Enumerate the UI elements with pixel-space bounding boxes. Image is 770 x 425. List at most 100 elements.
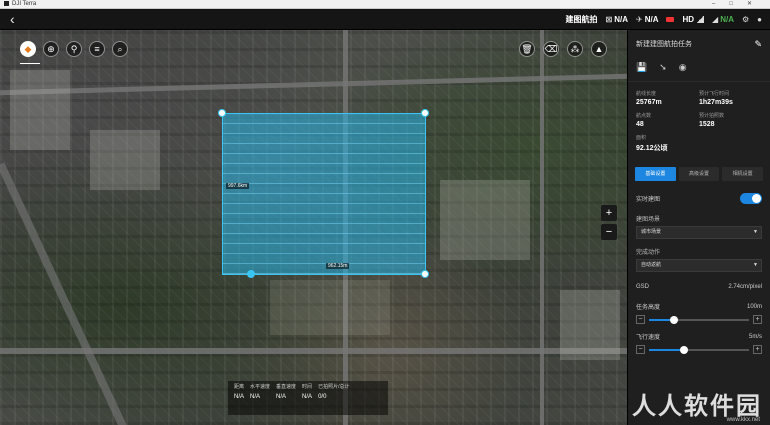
compass-icon[interactable]: ◆ xyxy=(20,41,36,57)
map-toolbar-left: ◆ ⊕ ⚲ ≡ ⌕ xyxy=(20,41,128,57)
gsd-row: GSD 2.74cm/pixel xyxy=(628,278,770,296)
locate-icon[interactable]: ⊕ xyxy=(43,41,59,57)
stat-photos: 已拍照片/总计 0/0 xyxy=(318,384,350,400)
zoom-control: + − xyxy=(601,205,619,243)
info-area: 面积 92.12公顷 xyxy=(636,135,668,152)
map-building-block xyxy=(90,130,160,190)
tab-basic-settings[interactable]: 基础设置 xyxy=(635,167,676,181)
speed-row: 飞行速度 5m/s xyxy=(628,326,770,343)
user-icon[interactable]: ● xyxy=(757,15,762,24)
speed-slider-fill xyxy=(649,348,684,351)
app-icon xyxy=(4,0,9,6)
altitude-label: 任务高度 xyxy=(636,305,661,311)
panel-title: 新建建图航拍任务 xyxy=(636,41,692,48)
speed-value: 5m/s xyxy=(748,333,762,340)
eraser-icon[interactable]: ⌫ xyxy=(543,41,559,57)
finish-action-label: 完成动作 xyxy=(636,250,661,256)
altitude-slider-row: − + xyxy=(628,313,770,326)
battery-icon xyxy=(666,17,675,22)
altitude-increase-button[interactable]: + xyxy=(753,315,762,324)
signal-bars-icon xyxy=(696,16,705,23)
speed-increase-button[interactable]: + xyxy=(753,345,762,354)
speed-slider-thumb[interactable] xyxy=(680,345,688,354)
altitude-row: 任务高度 100m xyxy=(628,296,770,313)
app-topbar: ‹ 建图航拍 ⊠ N/A ✈ N/A HD ◢ N/A ⚙ ● xyxy=(0,9,770,30)
survey-vertex[interactable] xyxy=(421,270,429,278)
info-photo-count: 预计拍照数 1528 xyxy=(699,113,725,128)
satellite-icon: ⊠ xyxy=(605,15,613,24)
watermark-text: 人人软件园 xyxy=(632,393,762,420)
survey-polygon[interactable] xyxy=(222,113,426,275)
altitude-slider[interactable] xyxy=(649,315,749,324)
drone-status: ✈ N/A xyxy=(636,15,659,24)
settings-tabs: 基础设置 高级设置 相机设置 xyxy=(628,161,770,187)
altitude-decrease-button[interactable]: − xyxy=(636,315,645,324)
finish-action-select[interactable]: 自动返航 ▼ xyxy=(636,259,762,272)
scene-select[interactable]: 城市场景 ▼ xyxy=(636,226,762,239)
drone-icon: ✈ xyxy=(636,15,643,24)
rc-status: ◢ N/A xyxy=(712,15,734,24)
stat-v-speed: 垂直速度 N/A xyxy=(276,384,297,400)
edge-length-label: 997.6km xyxy=(226,183,250,189)
satellite-status: ⊠ N/A xyxy=(605,15,628,24)
altitude-slider-thumb[interactable] xyxy=(670,315,678,324)
os-titlebar: DJI Terra ‒□✕ xyxy=(0,0,770,9)
rc-signal-icon: ◢ xyxy=(712,15,719,24)
realtime-label: 实时建图 xyxy=(636,197,661,203)
panel-header: 新建建图航拍任务 ✎ xyxy=(628,30,770,58)
realtime-mapping-row: 实时建图 xyxy=(628,187,770,210)
altitude-value: 100m xyxy=(746,303,762,310)
chevron-down-icon: ▼ xyxy=(753,262,758,268)
map-building-block xyxy=(440,180,530,260)
tab-advanced-settings[interactable]: 高级设置 xyxy=(678,167,720,181)
tab-camera-settings[interactable]: 相机设置 xyxy=(722,167,764,181)
map-building-block xyxy=(560,290,620,360)
edge-length-label: 962.15m xyxy=(326,263,350,269)
survey-vertex[interactable] xyxy=(218,109,226,117)
scene-label: 建图场景 xyxy=(636,217,661,223)
survey-start-vertex[interactable] xyxy=(247,270,255,278)
import-icon[interactable]: ➘ xyxy=(659,62,667,73)
edit-icon[interactable]: ✎ xyxy=(754,39,762,50)
gsd-value: 2.74cm/pixel xyxy=(728,284,762,290)
watermark-url: www.kkx.net xyxy=(726,417,760,423)
survey-vertex[interactable] xyxy=(421,109,429,117)
info-flight-time: 预计飞行时间 1h27m39s xyxy=(699,91,733,106)
settings-gear-icon[interactable]: ⚙ xyxy=(742,15,749,24)
realtime-toggle[interactable] xyxy=(740,193,762,204)
info-waypoints: 航点数 48 xyxy=(636,113,652,128)
zoom-in-button[interactable]: + xyxy=(601,205,617,221)
search-icon[interactable]: ⌕ xyxy=(112,41,128,57)
speed-slider[interactable] xyxy=(649,345,749,354)
map-toolbar-right: 🗑 ⌫ ⁂ ▲ xyxy=(519,41,607,57)
stat-h-speed: 水平速度 N/A xyxy=(250,384,271,400)
battery-status xyxy=(666,17,675,22)
zoom-out-button[interactable]: − xyxy=(601,224,617,240)
camera-icon[interactable]: ◉ xyxy=(679,62,687,73)
hd-status: HD xyxy=(682,15,705,24)
window-title: DJI Terra xyxy=(12,1,37,7)
gsd-label: GSD xyxy=(636,284,650,290)
flight-stats-bar: 距离 N/A 水平速度 N/A 垂直速度 N/A 时间 N/A 已拍照片/总计 0/0 xyxy=(228,381,388,415)
save-icon[interactable]: 💾 xyxy=(636,62,647,73)
pin-icon[interactable]: ⚲ xyxy=(66,41,82,57)
mission-info: 航线长度 25767m 预计飞行时间 1h27m39s 航点数 48 预计拍照数 152… xyxy=(628,82,770,132)
mission-panel: 新建建图航拍任务 ✎ 💾 ➘ ◉ 航线长度 25767m 预计飞行时间 1h27m3… xyxy=(627,30,770,425)
stat-time: 时间 N/A xyxy=(302,384,313,400)
map-road xyxy=(540,30,544,425)
chevron-down-icon: ▼ xyxy=(753,229,758,235)
layers-list-icon[interactable]: ≡ xyxy=(89,41,105,57)
speed-slider-row: − + xyxy=(628,343,770,356)
mode-label: 建图航拍 xyxy=(565,15,598,24)
map-road xyxy=(0,348,627,354)
back-button[interactable]: ‹ xyxy=(10,12,15,26)
window-controls[interactable]: ‒□✕ xyxy=(712,0,766,9)
direction-icon[interactable]: ▲ xyxy=(591,41,607,57)
waypoint-icon[interactable]: ⁂ xyxy=(567,41,583,57)
satellite-map[interactable]: 997.6km 962.15m ◆ ⊕ ⚲ ≡ ⌕ 🗑 ⌫ ⁂ ▲ + − 距离… xyxy=(0,30,627,425)
map-building-block xyxy=(270,280,390,335)
info-route-length: 航线长度 25767m xyxy=(636,91,662,106)
speed-decrease-button[interactable]: − xyxy=(636,345,645,354)
delete-icon[interactable]: 🗑 xyxy=(519,41,535,57)
status-area: 建图航拍 ⊠ N/A ✈ N/A HD ◢ N/A ⚙ ● xyxy=(566,9,762,30)
